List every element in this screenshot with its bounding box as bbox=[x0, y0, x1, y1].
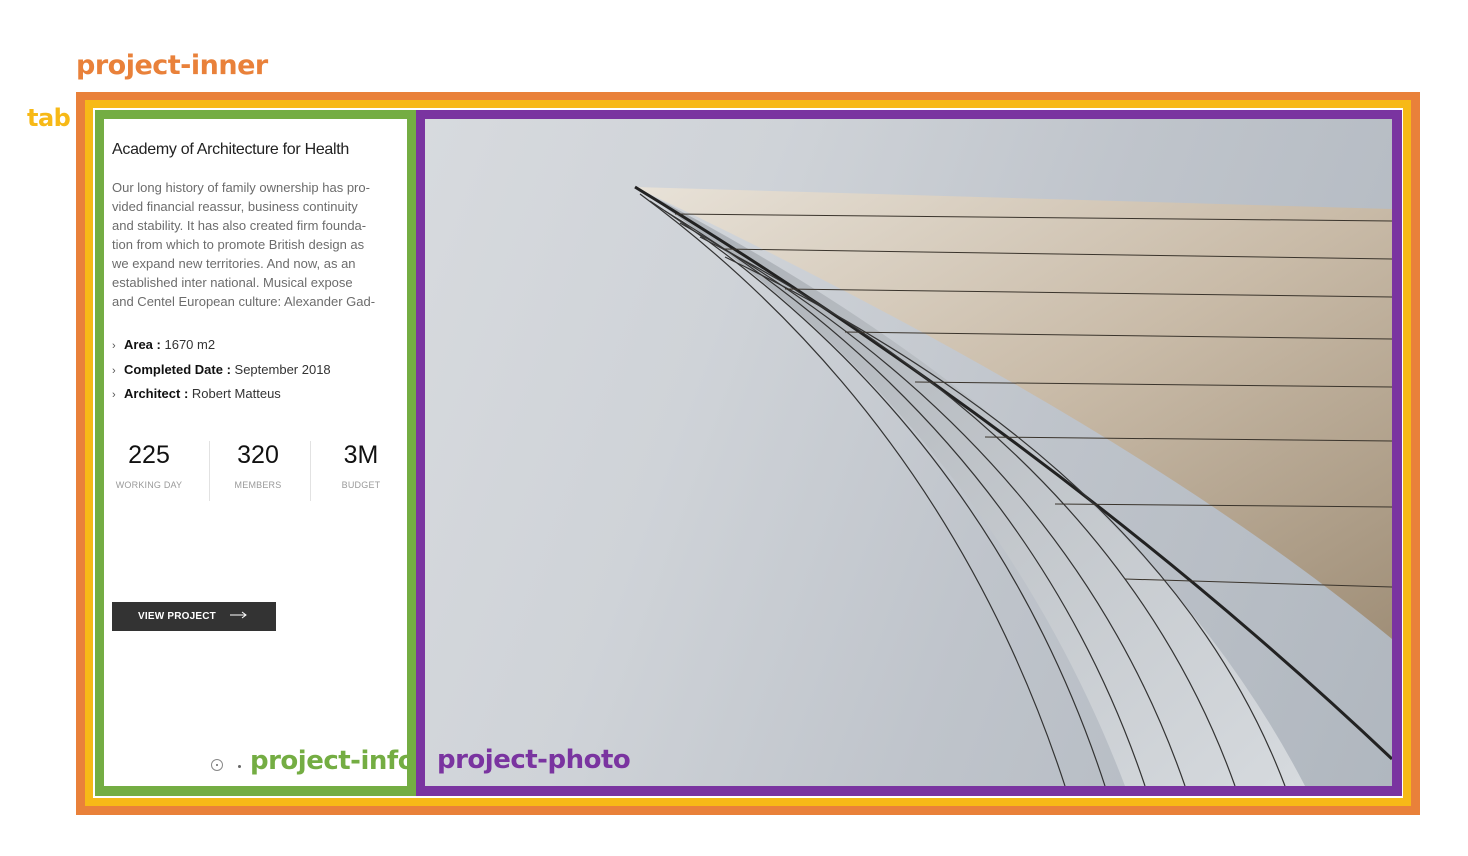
stat-divider bbox=[209, 441, 210, 501]
spec-value: Robert Matteus bbox=[191, 386, 281, 401]
stat-caption: BUDGET bbox=[341, 480, 381, 490]
project-description: Our long history of family ownership has… bbox=[112, 180, 376, 309]
stat-members: 320 MEMBERS bbox=[214, 441, 302, 490]
spec-completed-date: › Completed Date : September 2018 bbox=[112, 362, 331, 377]
project-title: Academy of Architecture for Health bbox=[112, 141, 350, 158]
stat-working-day: 225 WORKING DAY bbox=[106, 441, 192, 490]
spec-area: › Area : 1670 m2 bbox=[112, 337, 216, 352]
spec-value: 1670 m2 bbox=[164, 337, 216, 352]
project-info-label: project-info bbox=[250, 746, 416, 776]
view-project-button[interactable]: VIEW PROJECT bbox=[112, 602, 276, 631]
spec-label: Architect bbox=[124, 386, 181, 401]
chevron-right-icon: › bbox=[112, 389, 116, 401]
project-info-panel: Academy of Architecture for Health Our l… bbox=[104, 119, 407, 786]
spec-label: Area bbox=[124, 337, 153, 352]
arrow-right-icon bbox=[229, 611, 248, 622]
stat-value: 225 bbox=[128, 441, 170, 469]
chevron-right-icon: › bbox=[112, 340, 116, 352]
project-inner-label: project-inner bbox=[76, 50, 268, 81]
stat-caption: WORKING DAY bbox=[115, 480, 183, 490]
project-photo-label: project-photo bbox=[437, 745, 631, 775]
stat-value: 3M bbox=[343, 441, 379, 469]
stat-caption: MEMBERS bbox=[234, 480, 282, 490]
bullet-dot bbox=[238, 765, 241, 768]
chevron-right-icon: › bbox=[112, 365, 116, 377]
building-image bbox=[634, 185, 1392, 786]
stat-budget: 3M BUDGET bbox=[316, 441, 406, 490]
project-photo bbox=[425, 119, 1392, 786]
spec-label: Completed Date bbox=[124, 362, 223, 377]
tab-label: tab bbox=[27, 104, 71, 132]
stat-value: 320 bbox=[237, 441, 279, 469]
view-project-label: VIEW PROJECT bbox=[138, 611, 216, 622]
spec-architect: › Architect : Robert Matteus bbox=[112, 386, 281, 401]
spec-value: September 2018 bbox=[234, 362, 331, 377]
stat-divider bbox=[310, 441, 311, 501]
radio-icon[interactable] bbox=[211, 759, 223, 771]
